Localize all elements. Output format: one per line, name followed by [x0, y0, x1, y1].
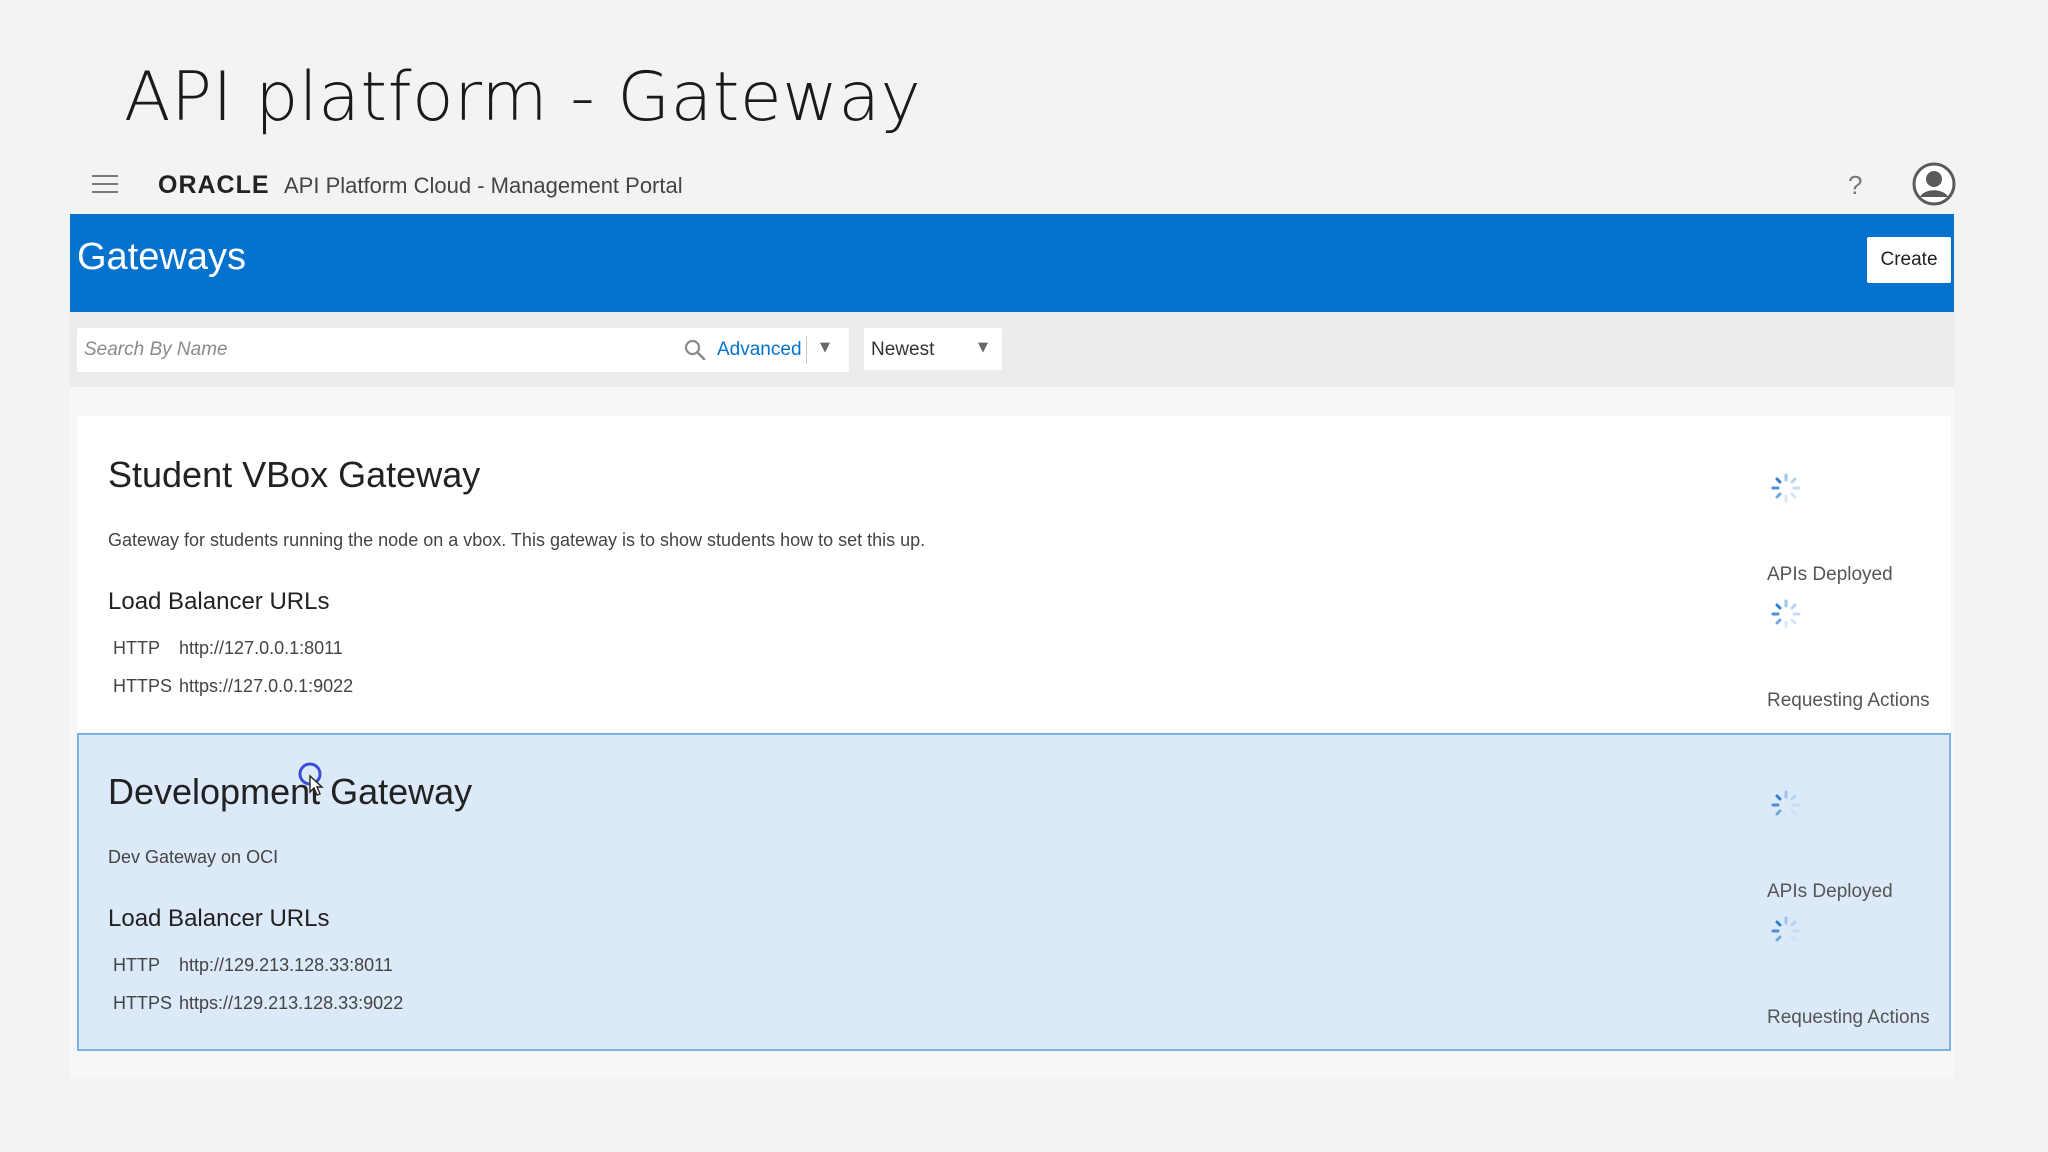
sort-select-value: Newest — [871, 339, 935, 360]
url-protocol: HTTPS — [113, 993, 173, 1013]
url-row-http: HTTP http://127.0.0.1:8011 — [113, 638, 343, 659]
help-icon[interactable]: ? — [1848, 170, 1862, 201]
hamburger-menu-icon[interactable] — [92, 175, 118, 195]
top-navigation-bar: ORACLE API Platform Cloud - Management P… — [70, 158, 1956, 214]
url-row-https: HTTPS https://127.0.0.1:9022 — [113, 676, 353, 697]
page-title: Gateways — [77, 236, 246, 278]
url-protocol: HTTPS — [113, 676, 173, 696]
sort-select[interactable]: Newest ▼ — [864, 328, 1002, 370]
gateway-description: Gateway for students running the node on… — [108, 530, 926, 550]
url-protocol: HTTP — [113, 955, 160, 975]
stat-label-apis-deployed: APIs Deployed — [1767, 881, 1893, 902]
load-balancer-urls-heading: Load Balancer URLs — [108, 588, 330, 615]
loading-spinner-icon — [1771, 599, 1801, 629]
url-value: https://127.0.0.1:9022 — [179, 676, 354, 696]
url-row-http: HTTP http://129.213.128.33:8011 — [113, 955, 393, 976]
portal-name: API Platform Cloud - Management Portal — [284, 173, 683, 198]
stat-label-apis-deployed: APIs Deployed — [1767, 564, 1893, 585]
search-input[interactable] — [77, 328, 644, 372]
gateway-description: Dev Gateway on OCI — [108, 847, 279, 867]
load-balancer-urls-heading: Load Balancer URLs — [108, 905, 330, 932]
page-header: Gateways Create — [70, 214, 1954, 312]
advanced-search-link[interactable]: Advanced — [717, 339, 802, 361]
url-value: https://129.213.128.33:9022 — [179, 993, 404, 1013]
stat-label-requesting-actions: Requesting Actions — [1767, 690, 1930, 711]
management-portal-window: ORACLE API Platform Cloud - Management P… — [70, 158, 1956, 1078]
stat-label-requesting-actions: Requesting Actions — [1767, 1007, 1930, 1028]
filter-bar: Advanced ▼ Newest ▼ — [70, 312, 1954, 387]
gateway-card-student-vbox[interactable]: Student VBox Gateway Gateway for student… — [77, 416, 1951, 733]
url-row-https: HTTPS https://129.213.128.33:9022 — [113, 993, 403, 1014]
divider — [806, 336, 807, 364]
url-value: http://129.213.128.33:8011 — [179, 955, 393, 975]
url-protocol: HTTP — [113, 638, 160, 658]
loading-spinner-icon — [1771, 473, 1801, 503]
chevron-down-icon: ▼ — [978, 340, 988, 355]
create-gateway-button[interactable]: Create — [1867, 237, 1951, 283]
chevron-down-icon[interactable]: ▼ — [820, 340, 830, 355]
user-avatar-icon[interactable] — [1912, 162, 1956, 206]
oracle-logo: ORACLE — [158, 171, 270, 199]
gateway-card-development[interactable]: Development Gateway Dev Gateway on OCI L… — [77, 733, 1951, 1051]
loading-spinner-icon — [1771, 790, 1801, 820]
url-value: http://127.0.0.1:8011 — [179, 638, 343, 658]
gateway-name[interactable]: Student VBox Gateway — [108, 454, 480, 496]
search-icon[interactable] — [683, 338, 707, 362]
slide-title: API platform - Gateway — [124, 58, 922, 137]
loading-spinner-icon — [1771, 916, 1801, 946]
gateway-name[interactable]: Development Gateway — [108, 771, 472, 813]
search-box: Advanced ▼ — [77, 328, 849, 372]
